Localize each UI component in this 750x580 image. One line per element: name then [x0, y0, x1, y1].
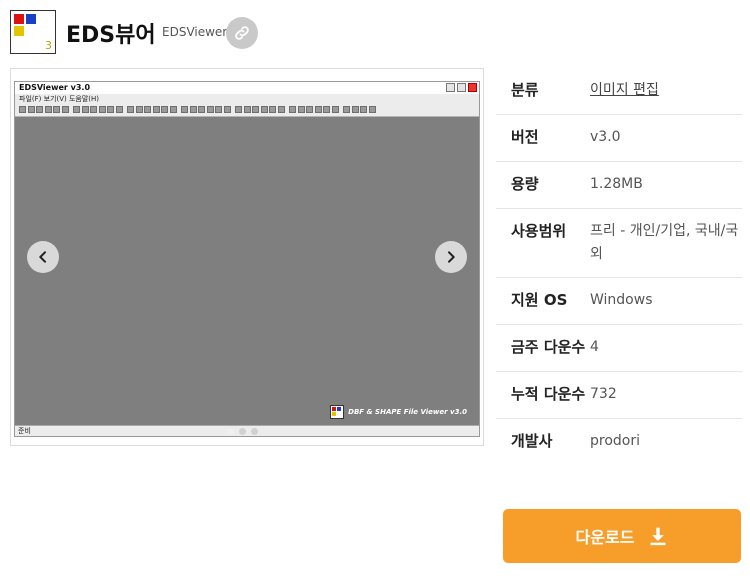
toolbar-icon — [44, 106, 52, 113]
toolbar-icon — [223, 106, 231, 113]
toolbar-icon — [243, 106, 251, 113]
info-row-weekly-downloads: 금주 다운수 4 — [496, 325, 742, 372]
chevron-left-icon — [39, 251, 46, 263]
info-row-size: 용량 1.28MB — [496, 162, 742, 209]
toolbar-icon — [235, 106, 242, 113]
info-label: 용량 — [511, 175, 539, 193]
toolbar-icon — [161, 106, 168, 113]
window-menubar: 파일(F) 보기(V) 도움말(H) — [15, 94, 479, 104]
toolbar-icon — [206, 106, 214, 113]
carousel-dots — [227, 428, 258, 435]
info-row-version: 버전 v3.0 — [496, 115, 742, 162]
info-value: 프리 - 개인/기업, 국내/국외 — [590, 223, 739, 262]
toolbar-icon — [81, 106, 89, 113]
link-button[interactable] — [226, 17, 258, 49]
info-value: prodori — [590, 433, 640, 449]
category-link[interactable]: 이미지 편집 — [590, 79, 742, 103]
download-icon — [650, 527, 666, 546]
toolbar-icon — [53, 106, 60, 113]
toolbar-icon — [351, 106, 359, 113]
toolbar-icon — [314, 106, 322, 113]
info-value: 732 — [590, 386, 617, 402]
toolbar-icon — [90, 106, 97, 113]
window-toolbar — [15, 104, 479, 117]
toolbar-icon — [98, 106, 106, 113]
info-label: 사용범위 — [511, 222, 567, 240]
toolbar-icon — [135, 106, 143, 113]
toolbar-icon — [215, 106, 222, 113]
chevron-right-icon — [448, 251, 455, 263]
watermark-text: DBF & SHAPE File Viewer v3.0 — [348, 408, 467, 416]
screenshot-carousel: EDSViewer v3.0 파일(F) 보기(V) 도움말(H) DBF & … — [10, 68, 484, 446]
download-label: 다운로드 — [575, 528, 635, 547]
info-row-license: 사용범위 프리 - 개인/기업, 국내/국외 — [496, 209, 742, 278]
info-label: 금주 다운수 — [511, 338, 586, 356]
carousel-dot[interactable] — [239, 428, 246, 435]
window-controls — [446, 83, 477, 92]
toolbar-icon — [360, 106, 367, 113]
window-status: 준비 — [18, 427, 31, 435]
toolbar-icon — [277, 106, 285, 113]
window-menu: 파일(F) 보기(V) 도움말(H) — [19, 95, 99, 103]
toolbar-icon — [331, 106, 339, 113]
toolbar-icon — [252, 106, 259, 113]
toolbar-icon — [260, 106, 268, 113]
carousel-dot[interactable] — [251, 428, 258, 435]
toolbar-icon — [61, 106, 69, 113]
prev-slide-button[interactable] — [27, 241, 59, 273]
logo-number: 3 — [45, 39, 52, 52]
toolbar-icon — [152, 106, 160, 113]
toolbar-icon — [115, 106, 123, 113]
toolbar-icon — [297, 106, 305, 113]
toolbar-icon — [107, 106, 114, 113]
info-label: 누적 다운수 — [511, 385, 586, 403]
toolbar-icon — [269, 106, 276, 113]
info-row-category: 분류 이미지 편집 — [496, 68, 742, 115]
watermark-logo — [330, 405, 345, 419]
info-label: 지원 OS — [511, 291, 568, 309]
toolbar-icon — [323, 106, 330, 113]
link-icon — [235, 26, 249, 40]
info-value: 4 — [590, 339, 599, 355]
toolbar-icon — [27, 106, 35, 113]
toolbar-icon — [368, 106, 376, 113]
info-label: 버전 — [511, 128, 539, 146]
toolbar-icon — [144, 106, 151, 113]
download-button[interactable]: 다운로드 — [503, 509, 741, 563]
carousel-dot[interactable] — [227, 428, 234, 435]
app-logo: 3 — [10, 10, 56, 54]
screenshot-image: EDSViewer v3.0 파일(F) 보기(V) 도움말(H) DBF & … — [14, 81, 480, 437]
toolbar-icon — [36, 106, 43, 113]
toolbar-icon — [127, 106, 134, 113]
toolbar-icon — [289, 106, 296, 113]
toolbar-icon — [181, 106, 188, 113]
info-label: 분류 — [511, 81, 539, 99]
app-title: EDS뷰어 — [66, 23, 156, 48]
info-row-developer: 개발사 prodori — [496, 419, 742, 465]
toolbar-icon — [198, 106, 205, 113]
info-row-total-downloads: 누적 다운수 732 — [496, 372, 742, 419]
next-slide-button[interactable] — [435, 241, 467, 273]
app-subtitle: EDSViewer — [162, 25, 228, 39]
toolbar-icon — [306, 106, 313, 113]
info-value: Windows — [590, 292, 653, 308]
info-label: 개발사 — [511, 432, 553, 450]
info-table: 분류 이미지 편집 버전 v3.0 용량 1.28MB 사용범위 프리 - 개인… — [496, 68, 742, 465]
toolbar-icon — [19, 106, 26, 113]
toolbar-icon — [189, 106, 197, 113]
watermark: DBF & SHAPE File Viewer v3.0 — [330, 405, 467, 419]
toolbar-icon — [73, 106, 80, 113]
window-title: EDSViewer v3.0 — [19, 83, 91, 92]
toolbar-icon — [343, 106, 350, 113]
toolbar-icon — [169, 106, 177, 113]
info-value: v3.0 — [590, 129, 621, 145]
info-row-os: 지원 OS Windows — [496, 278, 742, 325]
info-value: 1.28MB — [590, 176, 643, 192]
